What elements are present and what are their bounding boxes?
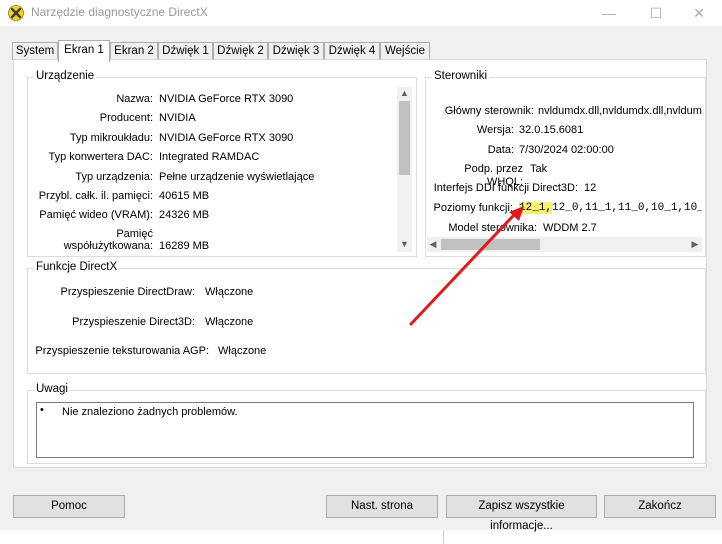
annotation-arrow bbox=[409, 206, 524, 326]
dxdiag-window: Narzędzie diagnostyczne DirectX — ☐ ✕ Sy… bbox=[0, 0, 722, 532]
annotation-arrow-line bbox=[409, 214, 515, 326]
tab-display-1[interactable]: Ekran 1 bbox=[58, 40, 110, 62]
bottom-divider bbox=[443, 530, 444, 544]
